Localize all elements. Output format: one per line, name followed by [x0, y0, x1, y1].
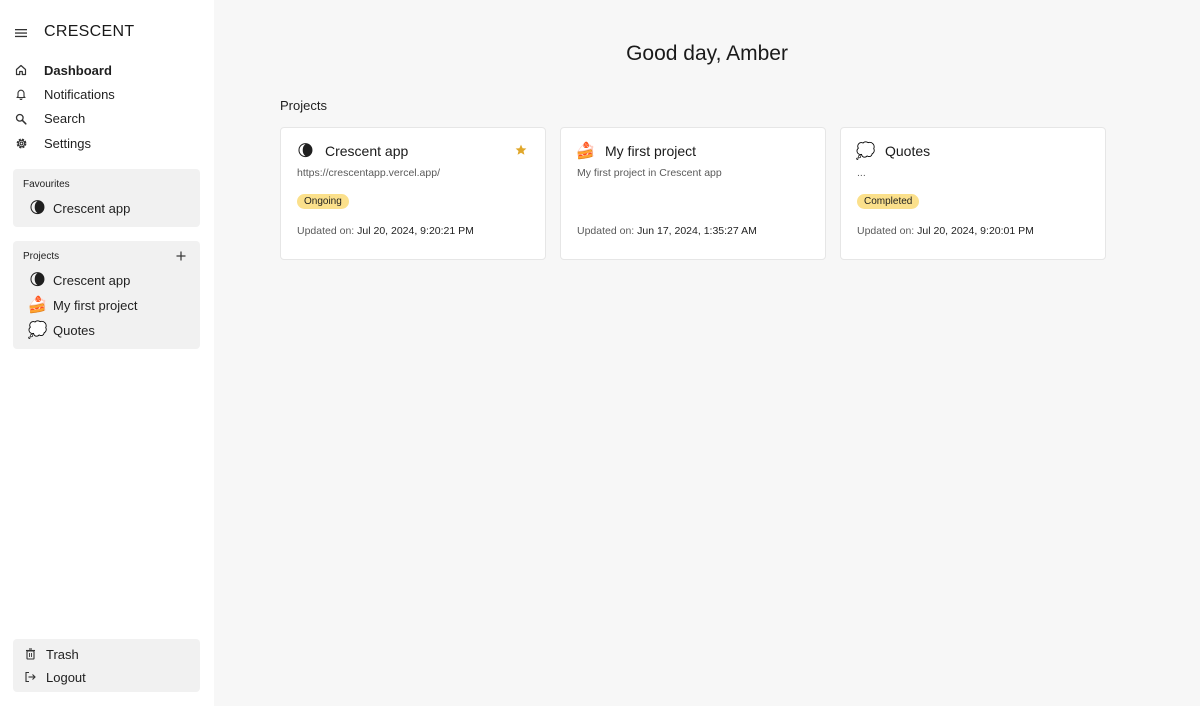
- project-card-updated: Updated on: Jun 17, 2024, 1:35:27 AM: [577, 225, 757, 237]
- sidebar: CRESCENT Dashboard Notifications Search …: [0, 0, 214, 706]
- nav-item-label: Settings: [44, 135, 91, 151]
- bottom-panel: Trash Logout: [13, 639, 200, 692]
- project-card-updated: Updated on: Jul 20, 2024, 9:20:21 PM: [297, 225, 474, 237]
- logout-icon: [24, 671, 36, 683]
- search-icon: [14, 112, 28, 126]
- favourites-panel: Favourites 🌘 Crescent app: [13, 169, 200, 227]
- status-badge: Completed: [857, 194, 920, 209]
- nav-item-label: Search: [44, 111, 86, 127]
- sidebar-project-label: Crescent app: [53, 272, 131, 288]
- sidebar-project-crescent-app[interactable]: 🌘 Crescent app: [29, 271, 131, 289]
- nav-item-label: Dashboard: [44, 62, 112, 78]
- project-card-title: My first project: [605, 143, 697, 159]
- plus-icon: [176, 251, 186, 261]
- project-card-title: Quotes: [885, 143, 931, 159]
- updated-date: Jul 20, 2024, 9:20:21 PM: [357, 225, 474, 237]
- sidebar-project-label: Quotes: [53, 322, 95, 338]
- thought-bubble-icon: 💭: [27, 322, 48, 339]
- sidebar-project-label: My first project: [53, 297, 138, 313]
- projects-heading: Projects: [23, 251, 60, 262]
- logout-label: Logout: [46, 669, 86, 685]
- favourite-item[interactable]: 🌘 Crescent app: [29, 199, 131, 217]
- status-badge: Ongoing: [297, 194, 349, 209]
- sidebar-project-quotes[interactable]: 💭 Quotes: [27, 321, 95, 339]
- project-card-crescent-app[interactable]: 🌘 Crescent app https://crescentapp.verce…: [280, 127, 546, 260]
- project-card-quotes[interactable]: 💭 Quotes ... Completed Updated on: Jul 2…: [840, 127, 1106, 260]
- nav-item-notifications[interactable]: Notifications: [14, 82, 204, 106]
- nav-item-label: Notifications: [44, 86, 115, 102]
- projects-section-title: Projects: [280, 98, 327, 113]
- crescent-moon-icon: 🌘: [29, 272, 46, 289]
- crescent-moon-icon: 🌘: [29, 200, 46, 217]
- add-project-button[interactable]: [175, 250, 187, 262]
- project-card-description: ...: [857, 167, 866, 179]
- favourite-item-label: Crescent app: [53, 200, 131, 216]
- project-card-my-first-project[interactable]: 🍰 My first project My first project in C…: [560, 127, 826, 260]
- project-card-title: Crescent app: [325, 143, 409, 159]
- gear-icon: [14, 136, 28, 150]
- updated-date: Jul 20, 2024, 9:20:01 PM: [917, 225, 1034, 237]
- greeting: Good day, Amber: [626, 42, 788, 65]
- trash-label: Trash: [46, 646, 79, 662]
- favourites-heading: Favourites: [23, 179, 70, 190]
- thought-bubble-icon: 💭: [855, 142, 876, 160]
- star-icon[interactable]: [514, 143, 527, 156]
- menu-icon[interactable]: [14, 26, 28, 40]
- nav-item-dashboard[interactable]: Dashboard: [14, 58, 204, 82]
- crescent-moon-icon: 🌘: [297, 142, 314, 160]
- trash-button[interactable]: Trash: [24, 645, 79, 663]
- updated-prefix: Updated on:: [857, 225, 915, 237]
- project-card-description: https://crescentapp.vercel.app/: [297, 167, 440, 179]
- bell-icon: [14, 87, 28, 101]
- sidebar-header: CRESCENT: [14, 22, 134, 44]
- updated-date: Jun 17, 2024, 1:35:27 AM: [637, 225, 757, 237]
- updated-prefix: Updated on:: [577, 225, 635, 237]
- project-card-description: My first project in Crescent app: [577, 167, 722, 179]
- main-nav: Dashboard Notifications Search Settings: [14, 58, 204, 155]
- main-content: Good day, Amber Projects 🌘 Crescent app …: [214, 0, 1200, 706]
- logout-button[interactable]: Logout: [24, 668, 86, 686]
- updated-prefix: Updated on:: [297, 225, 355, 237]
- nav-item-settings[interactable]: Settings: [14, 131, 204, 155]
- app-name: CRESCENT: [44, 23, 135, 40]
- home-icon: [14, 63, 28, 77]
- project-card-updated: Updated on: Jul 20, 2024, 9:20:01 PM: [857, 225, 1034, 237]
- nav-item-search[interactable]: Search: [14, 107, 204, 131]
- trash-icon: [24, 648, 36, 660]
- cake-icon: 🍰: [575, 142, 596, 160]
- sidebar-project-my-first-project[interactable]: 🍰 My first project: [27, 296, 138, 314]
- projects-panel: Projects 🌘 Crescent app 🍰 My first proje…: [13, 241, 200, 349]
- cake-icon: 🍰: [27, 297, 48, 314]
